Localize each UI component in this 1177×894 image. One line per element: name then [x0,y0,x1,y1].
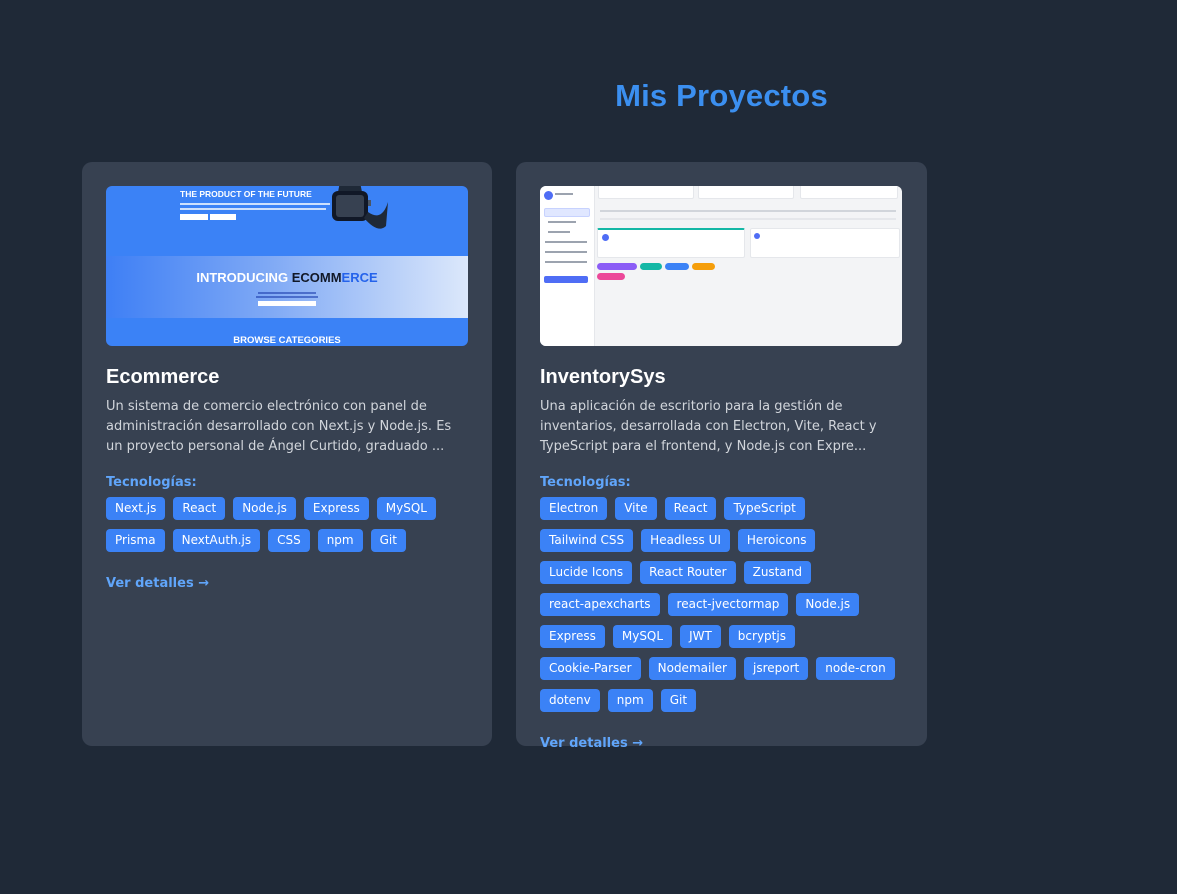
thumbnail-pill [640,263,662,270]
thumbnail-banner-title: INTRODUCING ECOMMERCE [196,270,378,285]
thumbnail-text-line [180,208,326,210]
technology-tags: Electron Vite React TypeScript Tailwind … [540,497,903,712]
thumbnail-text-line [545,241,587,243]
technology-tag: jsreport [743,657,809,680]
thumbnail-stat-card [800,186,898,199]
technology-tag: React [664,497,717,520]
technology-tag: MySQL [612,625,673,648]
thumbnail-text-line [545,251,587,253]
technology-tag: dotenv [540,689,600,712]
project-description: Una aplicación de escritorio para la ges… [540,399,877,454]
project-title: InventorySys [540,366,666,388]
technology-tag: Vite [615,497,657,520]
technology-tag: node-cron [816,657,895,680]
technology-tag: React [173,497,226,520]
technology-tag: Tailwind CSS [540,529,634,552]
thumbnail-table-row [600,210,896,212]
technology-tag: Electron [540,497,608,520]
thumbnail-text-line [548,231,570,233]
project-thumbnail[interactable] [540,186,902,346]
technology-tags: Next.js React Node.js Express MySQL Pris… [106,497,468,552]
technology-tag: CSS [268,529,310,552]
thumbnail-logo [544,191,553,200]
technology-tag: Lucide Icons [540,561,633,584]
technology-tag: Heroicons [737,529,816,552]
technology-tag: NextAuth.js [172,529,261,552]
technology-tag: Prisma [106,529,165,552]
thumbnail-sidebar-button [544,276,588,283]
technology-tag: Zustand [743,561,811,584]
technology-tag: Express [303,497,369,520]
thumbnail-hero: THE PRODUCT OF THE FUTURE [106,186,468,256]
technology-tag: Git [660,689,697,712]
technology-tag: Express [540,625,605,648]
thumbnail-hero-title: THE PRODUCT OF THE FUTURE [180,189,312,199]
technology-tag: Node.js [796,593,860,616]
technology-tag: npm [607,689,653,712]
technology-tag: Git [370,529,406,552]
thumbnail-text-line [256,296,318,298]
technology-tag: Nodemailer [648,657,736,680]
thumbnail-button [258,301,316,306]
technology-tag: react-apexcharts [540,593,660,616]
technology-tag: Next.js [106,497,166,520]
technology-tag: TypeScript [724,497,805,520]
thumbnail-banner: INTRODUCING ECOMMERCE [106,256,468,318]
section-title: Mis Proyectos [615,78,828,113]
technology-tag: MySQL [376,497,436,520]
thumbnail-categories: BROWSE CATEGORIES [106,318,468,346]
thumbnail-stat-card [598,186,694,199]
technology-tag: React Router [640,561,736,584]
technologies-label: Tecnologías: [540,475,631,490]
thumbnail-card-icon [754,233,760,239]
thumbnail-stat-card [698,186,794,199]
thumbnail-chart-card [597,228,745,258]
thumbnail-text-line [180,203,330,205]
technology-tag: npm [317,529,363,552]
technology-tag: react-jvectormap [667,593,789,616]
thumbnail-text-line [555,193,573,195]
technology-tag: JWT [680,625,721,648]
thumbnail-text-line [548,221,576,223]
project-card-ecommerce: THE PRODUCT OF THE FUTURE INTRODUCING EC… [82,162,492,746]
thumbnail-text-line [258,292,316,294]
thumbnail-pill [665,263,689,270]
thumbnail-text-line [545,261,587,263]
technology-tag: Headless UI [641,529,730,552]
thumbnail-nav-item [544,208,590,217]
thumbnail-card-icon [602,234,609,241]
technology-tag: Node.js [233,497,296,520]
thumbnail-pill [692,263,715,270]
thumbnail-table-row [600,218,896,220]
technology-tag: bcryptjs [728,625,795,648]
project-title: Ecommerce [106,366,220,388]
project-thumbnail[interactable]: THE PRODUCT OF THE FUTURE INTRODUCING EC… [106,186,468,346]
thumbnail-categories-title: BROWSE CATEGORIES [233,335,341,346]
thumbnail-pill [597,273,625,280]
view-details-link[interactable]: Ver detalles → [540,736,643,751]
thumbnail-chart-card [750,228,900,258]
project-card-inventorysys: InventorySys Una aplicación de escritori… [516,162,927,751]
project-description: Un sistema de comercio electrónico con p… [106,399,452,454]
view-details-link[interactable]: Ver detalles → [106,576,209,591]
smartwatch-image [332,186,388,229]
thumbnail-button [210,214,236,220]
thumbnail-sidebar [540,186,595,346]
technologies-label: Tecnologías: [106,475,197,490]
thumbnail-button [180,214,208,220]
technology-tag: Cookie-Parser [540,657,641,680]
thumbnail-pill [597,263,637,270]
